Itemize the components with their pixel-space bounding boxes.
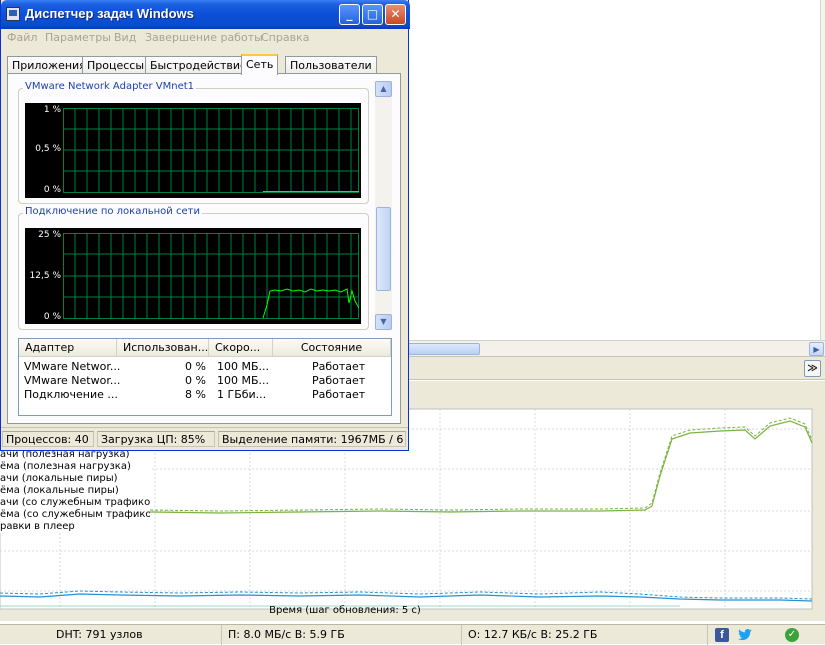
adapter-graph-group-lan: Подключение по локальной сети 25 % 12,5 … [18,206,369,330]
state-cell: Работает [312,388,366,401]
column-header-speed[interactable]: Скоро... [209,339,273,357]
tab-users[interactable]: Пользователи [285,56,377,74]
facebook-icon[interactable]: f [715,628,729,642]
legend-item: ёма (локальные пиры) [0,485,119,496]
speed-cell: 100 МБ... [217,374,270,387]
y-tick: 0 % [43,185,61,195]
close-button[interactable]: ✕ [385,4,406,25]
state-cell: Работает [312,374,366,387]
horizontal-scrollbar[interactable]: ▶ [408,340,825,356]
usage-cell: 8 % [185,388,206,401]
state-cell: Работает [312,360,366,373]
time-axis-caption: Время (шаг обновления: 5 с) [269,605,421,616]
cpu-usage: Загрузка ЦП: 85% [97,431,215,447]
scroll-right-icon[interactable]: ▶ [809,342,824,356]
client-status-bar: DHT: 791 узлов П: 8.0 МБ/с В: 5.9 ГБ О: … [0,624,825,645]
upload-status[interactable]: О: 12.7 КБ/с В: 25.2 ГБ [462,625,708,645]
legend-item: равки в плеер [0,521,75,532]
adapter-table: Адаптер Использован... Скоро... Состояни… [18,338,392,416]
menu-file[interactable]: Файл [7,31,37,44]
table-row[interactable]: VMware Networ... 0 % 100 МБ... Работает [19,374,391,388]
title-bar[interactable]: Диспетчер задач Windows _ □ ✕ [1,0,410,29]
task-manager-app-icon [6,7,20,21]
torrent-list-edge [820,0,825,342]
graphs-vertical-scrollbar[interactable]: ▲ ▼ [375,81,392,330]
usage-cell: 0 % [185,374,206,387]
legend-item: ёма (со служебным трафиком) [0,509,150,520]
y-tick: 0,5 % [35,144,61,154]
menu-help[interactable]: Справка [261,31,309,44]
adapter-name: VMware Network Adapter VMnet1 [23,81,197,92]
horizontal-scrollbar-thumb[interactable] [408,343,480,355]
menu-options[interactable]: Параметры [45,31,111,44]
download-status[interactable]: П: 8.0 МБ/с В: 5.9 ГБ [222,625,462,645]
vertical-scrollbar-thumb[interactable] [376,207,391,291]
scroll-up-icon[interactable]: ▲ [375,81,392,97]
column-header-state[interactable]: Состояние [273,339,391,357]
network-usage-graph: 25 % 12,5 % 0 % [25,228,361,324]
y-tick: 1 % [43,105,61,115]
y-tick: 25 % [38,230,61,240]
legend-item: ачи (локальные пиры) [0,473,118,484]
adapter-cell: VMware Networ... [24,374,121,387]
tab-applications[interactable]: Приложения [7,56,91,74]
speed-cell: 100 МБ... [217,360,270,373]
network-usage-graph: 1 % 0,5 % 0 % [25,103,361,198]
connection-ok-icon[interactable]: ✓ [785,628,799,642]
minimize-button[interactable]: _ [339,4,360,25]
network-graph-plot [63,108,359,193]
twitter-icon[interactable] [737,627,753,643]
adapter-graph-group-vmnet1: VMware Network Adapter VMnet1 1 % 0,5 % … [18,81,369,204]
commit-charge: Выделение памяти: 1967МБ / 6 [218,431,406,447]
speed-cell: 1 ГБби... [217,388,267,401]
usage-cell: 0 % [185,360,206,373]
window-title: Диспетчер задач Windows [25,6,194,21]
menu-shutdown[interactable]: Завершение работы [145,31,263,44]
menu-view[interactable]: Вид [114,31,136,44]
scroll-down-icon[interactable]: ▼ [375,314,392,330]
tab-networking[interactable]: Сеть [241,54,279,75]
y-tick: 12,5 % [29,271,61,281]
legend-item: ёма (полезная нагрузка) [0,461,131,472]
task-manager-window: Диспетчер задач Windows _ □ ✕ Файл Парам… [0,0,410,451]
legend-item: ачи (со служебным трафиком) [0,497,150,508]
maximize-button[interactable]: □ [362,4,383,25]
adapter-cell: VMware Networ... [24,360,121,373]
adapter-table-header: Адаптер Использован... Скоро... Состояни… [19,339,391,357]
column-header-usage[interactable]: Использован... [117,339,209,357]
network-graph-plot [63,233,359,319]
table-row[interactable]: VMware Networ... 0 % 100 МБ... Работает [19,360,391,374]
dht-status[interactable]: DHT: 791 узлов [0,625,222,645]
adapter-name: Подключение по локальной сети [23,206,202,217]
collapse-panel-button[interactable]: ≫ [804,360,821,377]
speed-graph-legend: ачи (полезная нагрузка) ёма (полезная на… [0,449,150,533]
tab-processes[interactable]: Процессы [82,56,150,74]
adapter-cell: Подключение ... [24,388,118,401]
tab-performance[interactable]: Быстродействие [145,56,252,74]
processes-count: Процессов: 40 [2,431,94,447]
table-row[interactable]: Подключение ... 8 % 1 ГБби... Работает [19,388,391,402]
task-manager-status-bar: Процессов: 40 Загрузка ЦП: 85% Выделение… [1,427,408,448]
y-tick: 0 % [43,312,61,322]
menu-bar: Файл Параметры Вид Завершение работы Спр… [1,29,408,47]
column-header-adapter[interactable]: Адаптер [19,339,117,357]
